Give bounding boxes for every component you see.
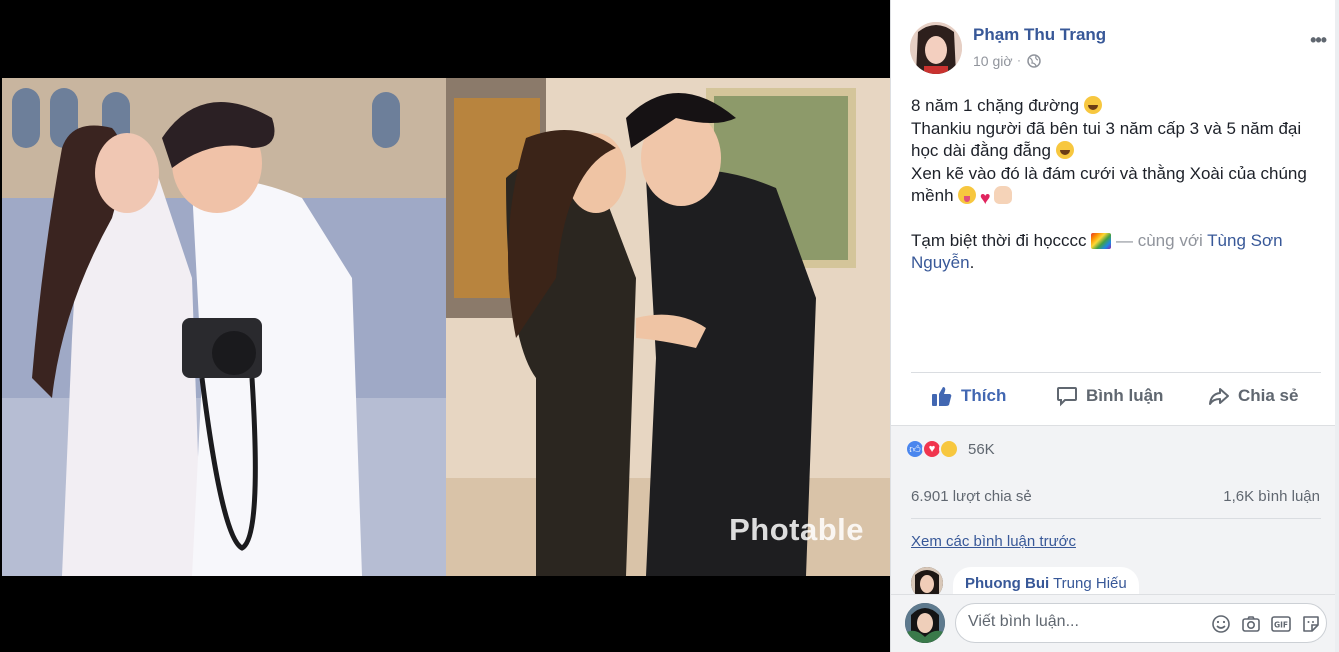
share-label: Chia sẻ xyxy=(1238,386,1299,405)
post-header: Phạm Thu Trang 10 giờ · ••• xyxy=(891,0,1339,80)
post-line: Tạm biệt thời đi họcccc — cùng với Tùng … xyxy=(911,230,1321,275)
post-panel: Phạm Thu Trang 10 giờ · ••• 8 năm 1 chặn… xyxy=(890,0,1339,652)
commenter-avatar[interactable] xyxy=(911,567,943,595)
photable-watermark: Photable xyxy=(729,512,864,547)
comment-bubble-icon xyxy=(1057,387,1077,407)
post-line-text: Tạm biệt thời đi họcccc xyxy=(911,230,1092,250)
camera-icon[interactable] xyxy=(1240,613,1262,635)
photo-viewer: Photable xyxy=(0,0,890,652)
more-horizontal-icon[interactable]: ••• xyxy=(1310,30,1327,51)
comment-composer: GIF xyxy=(891,594,1339,652)
thumbs-up-icon xyxy=(932,387,952,406)
like-label: Thích xyxy=(961,386,1007,405)
laughing-emoji-icon xyxy=(1083,96,1102,114)
shares-count[interactable]: 6.901 lượt chia sẻ xyxy=(911,488,1032,505)
post-line-text: 8 năm 1 chặng đường xyxy=(911,96,1084,115)
post-line: Xen kẽ vào đó là đám cưới và thằng Xoài … xyxy=(911,163,1321,208)
photo-left[interactable] xyxy=(2,78,446,576)
comment-preview: Phuong Bui Trung Hiếu xyxy=(911,565,1321,595)
emoji-icon[interactable] xyxy=(1210,613,1232,635)
post-message: 8 năm 1 chặng đường Thankiu người đã bên… xyxy=(911,95,1321,275)
share-arrow-icon xyxy=(1209,388,1229,405)
comment-button[interactable]: Bình luận xyxy=(1056,385,1163,407)
photo-right-image xyxy=(446,78,890,576)
globe-icon[interactable] xyxy=(1027,54,1041,68)
sticker-icon[interactable] xyxy=(1300,613,1322,635)
post-line-text: Thankiu người đã bên tui 3 năm cấp 3 và … xyxy=(911,118,1302,161)
with-text: — cùng với xyxy=(1111,230,1208,250)
comment-tagged-name[interactable]: Trung Hiếu xyxy=(1053,575,1127,592)
action-bar: Thích Bình luận Chia sẻ xyxy=(911,372,1321,424)
tongue-emoji-icon xyxy=(958,186,977,204)
photo-left-image xyxy=(2,78,446,576)
rainbow-emoji-icon xyxy=(1091,232,1112,249)
reaction-count[interactable]: 56K xyxy=(968,441,995,458)
current-user-avatar[interactable] xyxy=(905,603,945,643)
haha-reaction-icon xyxy=(939,439,959,459)
gif-icon[interactable]: GIF xyxy=(1270,613,1292,635)
comment-bubble: Phuong Bui Trung Hiếu xyxy=(953,567,1139,595)
muscle-emoji-icon xyxy=(994,186,1013,204)
divider xyxy=(911,518,1321,519)
photo-right[interactable]: Photable xyxy=(446,78,890,576)
comment-label: Bình luận xyxy=(1086,386,1164,405)
comment-input-box: GIF xyxy=(955,603,1327,643)
view-previous-comments-link[interactable]: Xem các bình luận trước xyxy=(911,533,1076,550)
comment-input[interactable] xyxy=(968,613,1188,631)
author-avatar[interactable] xyxy=(910,22,962,74)
period: . xyxy=(969,253,975,272)
share-button[interactable]: Chia sẻ xyxy=(1208,385,1298,407)
comments-count[interactable]: 1,6K bình luận xyxy=(1223,488,1320,505)
svg-text:GIF: GIF xyxy=(1274,621,1288,630)
scrollbar[interactable] xyxy=(1335,0,1339,652)
author-name[interactable]: Phạm Thu Trang xyxy=(973,25,1106,45)
post-line: Thankiu người đã bên tui 3 năm cấp 3 và … xyxy=(911,118,1321,163)
commenter-name[interactable]: Phuong Bui xyxy=(965,575,1049,592)
heart-emoji-icon: ♥ xyxy=(979,188,991,208)
post-line: 8 năm 1 chặng đường xyxy=(911,95,1321,118)
reactions-summary[interactable]: 👍︎ ♥ 56K xyxy=(905,439,995,459)
like-button[interactable]: Thích xyxy=(931,385,1006,407)
separator-dot: · xyxy=(1017,53,1021,67)
post-footer: 👍︎ ♥ 56K 6.901 lượt chia sẻ 1,6K bình lu… xyxy=(891,425,1339,652)
post-time[interactable]: 10 giờ xyxy=(973,53,1013,69)
laughing-emoji-icon xyxy=(1055,141,1074,159)
